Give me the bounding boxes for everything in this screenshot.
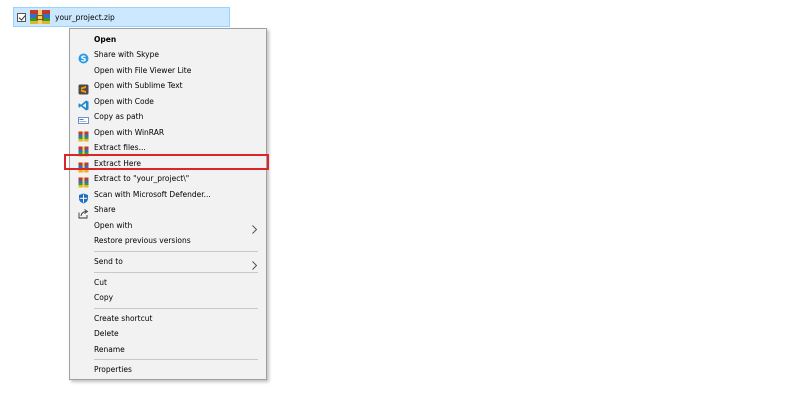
- menu-item-label: Copy: [94, 293, 114, 302]
- menu-item-open-with-code[interactable]: Open with Code: [70, 94, 266, 111]
- menu-item-delete[interactable]: Delete: [70, 326, 266, 341]
- menu-separator: [94, 308, 258, 309]
- menu-item-share-with-skype[interactable]: S Share with Skype: [70, 47, 266, 64]
- share-icon: [78, 204, 89, 219]
- menu-item-open-with-winrar[interactable]: Open with WinRAR: [70, 125, 266, 142]
- menu-separator: [94, 251, 258, 252]
- file-item-selected[interactable]: your_project.zip: [13, 7, 230, 27]
- chevron-right-icon: [251, 256, 258, 270]
- menu-item-send-to[interactable]: Send to: [70, 254, 266, 270]
- menu-item-label: Share with Skype: [94, 50, 159, 59]
- menu-item-restore-previous-versions[interactable]: Restore previous versions: [70, 233, 266, 248]
- menu-item-label: Properties: [94, 365, 132, 374]
- menu-item-label: Create shortcut: [94, 314, 153, 323]
- menu-item-copy-as-path[interactable]: Copy as path: [70, 109, 266, 124]
- context-menu: Open S Share with Skype Open with File V…: [69, 28, 267, 380]
- menu-item-label: Scan with Microsoft Defender...: [94, 190, 211, 199]
- winrar-icon: [78, 173, 89, 188]
- vscode-icon: [78, 96, 89, 111]
- copy-path-icon: [78, 111, 89, 124]
- winrar-icon: [78, 127, 89, 142]
- sublime-icon: [78, 80, 89, 95]
- menu-item-label: Extract files...: [94, 143, 146, 152]
- menu-item-label: Rename: [94, 345, 125, 354]
- menu-item-label: Extract to "your_project\": [94, 174, 190, 183]
- menu-item-label: Open with WinRAR: [94, 128, 165, 137]
- skype-icon: S: [78, 49, 89, 64]
- menu-item-rename[interactable]: Rename: [70, 342, 266, 357]
- file-name-label: your_project.zip: [55, 12, 115, 22]
- menu-item-open-with[interactable]: Open with: [70, 218, 266, 234]
- file-checkbox[interactable]: [17, 12, 26, 22]
- menu-item-label: Open with Code: [94, 97, 154, 106]
- menu-item-extract-files[interactable]: Extract files...: [70, 140, 266, 157]
- menu-item-label: Open: [94, 35, 117, 44]
- menu-item-open-with-sublime-text[interactable]: Open with Sublime Text: [70, 78, 266, 95]
- menu-item-copy[interactable]: Copy: [70, 290, 266, 305]
- menu-item-label: Open with: [94, 221, 133, 230]
- menu-item-cut[interactable]: Cut: [70, 275, 266, 290]
- menu-item-label: Send to: [94, 257, 123, 266]
- menu-item-label: Copy as path: [94, 112, 144, 121]
- desktop-canvas: your_project.zip Open S Share with Skype…: [0, 0, 800, 401]
- menu-item-properties[interactable]: Properties: [70, 362, 266, 377]
- defender-icon: [78, 189, 89, 204]
- highlight-annotation-box: [64, 154, 269, 170]
- menu-item-label: Open with Sublime Text: [94, 81, 183, 90]
- winrar-icon: [78, 142, 89, 157]
- menu-item-share[interactable]: Share: [70, 202, 266, 219]
- menu-item-scan-with-defender[interactable]: Scan with Microsoft Defender...: [70, 187, 266, 204]
- menu-item-label: Share: [94, 205, 116, 214]
- menu-item-label: Delete: [94, 329, 119, 338]
- menu-item-open-with-file-viewer-lite[interactable]: Open with File Viewer Lite: [70, 63, 266, 78]
- winrar-archive-icon: [29, 9, 51, 25]
- menu-item-label: Cut: [94, 278, 107, 287]
- menu-item-open[interactable]: Open: [70, 32, 266, 47]
- menu-item-extract-to-folder[interactable]: Extract to "your_project\": [70, 171, 266, 188]
- menu-separator: [94, 272, 258, 273]
- chevron-right-icon: [251, 220, 258, 234]
- menu-separator: [94, 359, 258, 360]
- svg-text:S: S: [81, 54, 87, 63]
- menu-item-label: Open with File Viewer Lite: [94, 66, 192, 75]
- menu-item-create-shortcut[interactable]: Create shortcut: [70, 311, 266, 326]
- menu-item-label: Restore previous versions: [94, 236, 191, 245]
